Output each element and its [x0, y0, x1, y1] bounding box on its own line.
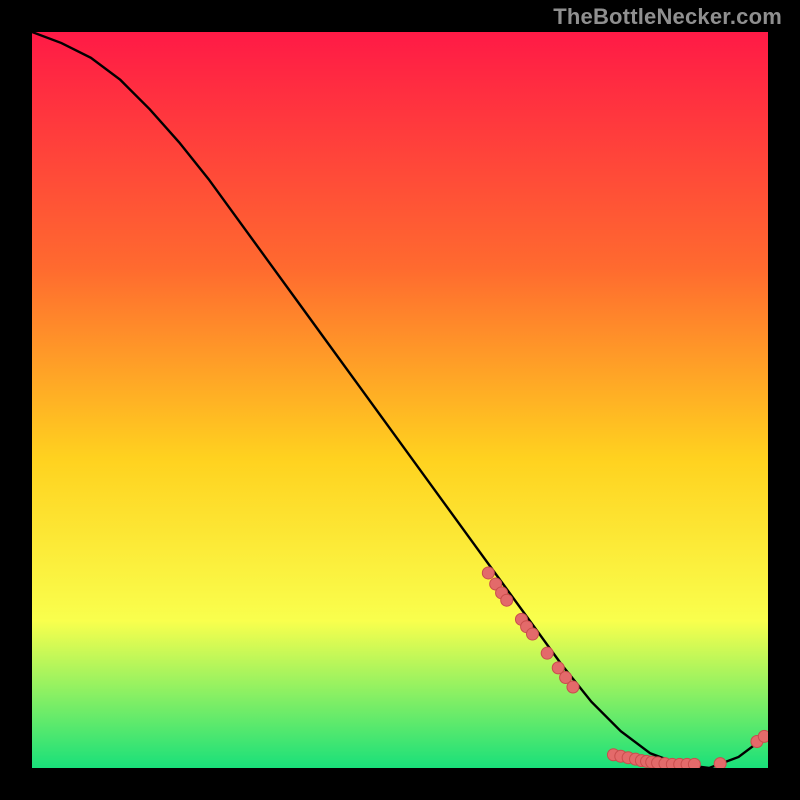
data-dot	[501, 594, 513, 606]
data-dot	[526, 628, 538, 640]
plot-area	[32, 32, 768, 768]
gradient-background	[32, 32, 768, 768]
data-dot	[482, 567, 494, 579]
chart-frame: TheBottleNecker.com	[0, 0, 800, 800]
data-dot	[541, 647, 553, 659]
data-dot	[567, 681, 579, 693]
data-dot	[714, 758, 726, 768]
data-dot	[688, 758, 700, 768]
chart-svg	[32, 32, 768, 768]
data-dot	[758, 730, 768, 742]
watermark-text: TheBottleNecker.com	[553, 4, 782, 30]
